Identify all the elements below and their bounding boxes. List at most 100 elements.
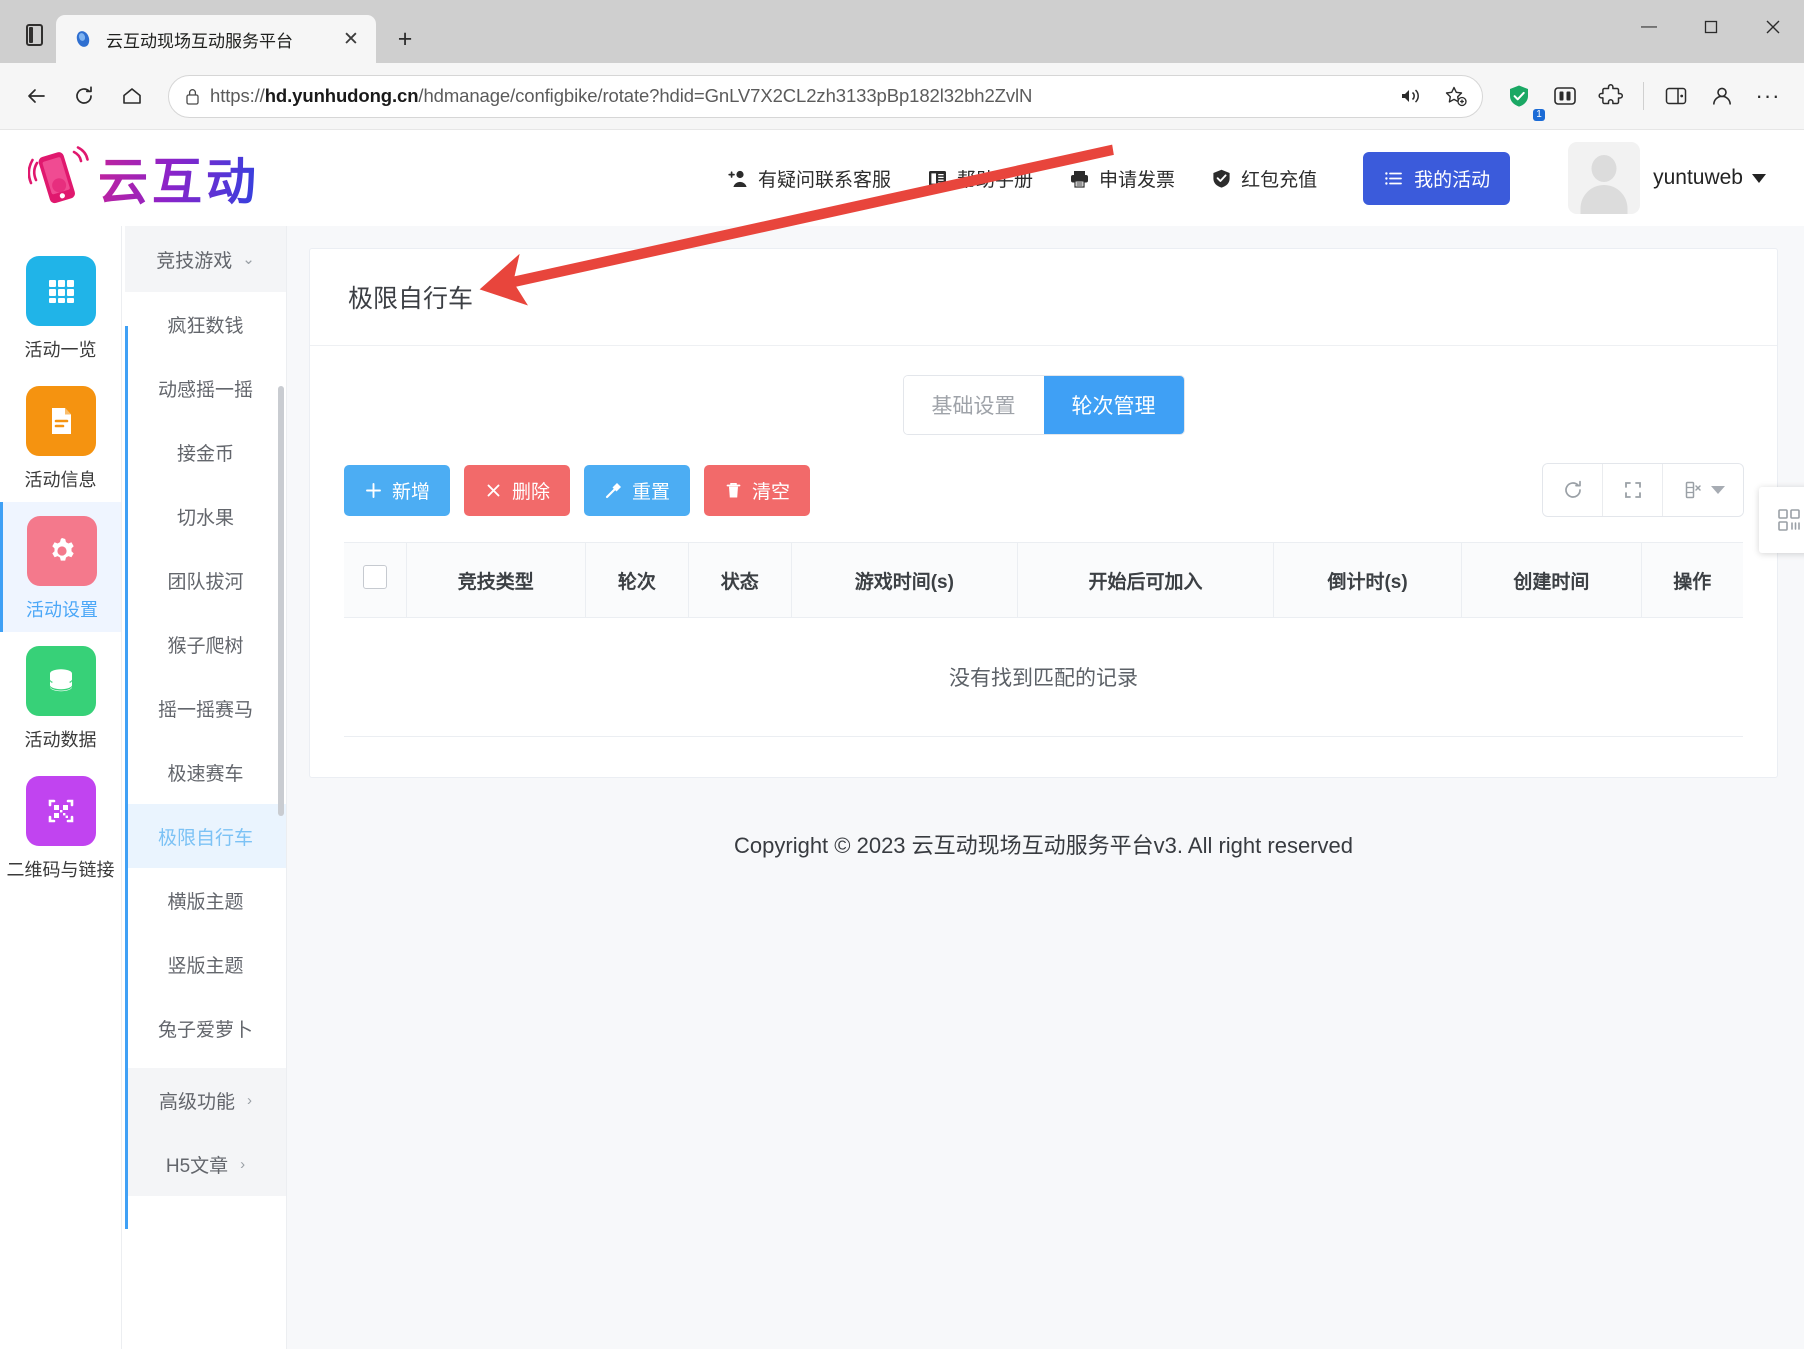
close-window-icon[interactable] [1742,0,1804,54]
tab-group: 基础设置 轮次管理 [344,372,1743,464]
table-head: 竞技类型 轮次 状态 游戏时间(s) 开始后可加入 倒计时(s) 创建时间 操作 [344,542,1743,618]
table-header-cell: 状态 [688,542,792,618]
segmented-tabs: 基础设置 轮次管理 [903,376,1184,434]
table-header-row: 竞技类型 轮次 状态 游戏时间(s) 开始后可加入 倒计时(s) 创建时间 操作 [344,542,1743,618]
browser-toolbar: https://hd.yunhudong.cn/hdmanage/configb… [0,63,1804,130]
sidebar-item-qrcode-link[interactable]: 二维码与链接 [0,762,121,892]
window-controls: — [1618,0,1804,54]
submenu-sidebar: 竞技游戏 ⌄ 疯狂数钱 动感摇一摇 接金币 切水果 团队拔河 猴子爬树 摇一摇赛… [122,226,287,1349]
gear-icon [27,516,97,586]
profile-icon[interactable] [1700,74,1744,118]
tab-actions-button[interactable] [12,13,56,57]
sidebar-item-activity-info[interactable]: 活动信息 [0,372,121,502]
reset-button[interactable]: 重置 [584,464,691,516]
submenu-item[interactable]: 切水果 [125,484,286,548]
fullscreen-icon[interactable] [1603,464,1663,516]
table-empty-row: 没有找到匹配的记录 [344,617,1743,737]
shield-badge-count: 1 [1533,109,1545,121]
table-header-cell: 轮次 [585,542,689,618]
site-logo[interactable]: 云互动 [27,142,260,214]
sidebar-item-activity-data[interactable]: 活动数据 [0,632,121,762]
icon-sidebar: 活动一览 活动信息 活动设置 活动数据 二维码与链接 [0,226,122,1349]
close-tab-icon[interactable]: ✕ [336,24,366,54]
my-activity-label: 我的活动 [1414,169,1491,191]
book-icon [927,168,948,189]
table-header-select [344,542,407,618]
rounds-table: 竞技类型 轮次 状态 游戏时间(s) 开始后可加入 倒计时(s) 创建时间 操作 [344,542,1743,737]
browser-tab[interactable]: 云互动现场互动服务平台 ✕ [56,15,376,63]
header-link-invoice[interactable]: 申请发票 [1069,165,1175,192]
collections-icon[interactable] [1543,74,1587,118]
submenu-scrollbar[interactable] [278,386,284,816]
clear-button-label: 清空 [752,481,791,503]
more-options-icon[interactable]: ··· [1746,74,1790,118]
shield-check-icon [1211,168,1232,189]
shield-icon[interactable]: 1 [1497,74,1545,121]
header-nav: 有疑问联系客服 帮助手册 申请发票 红包充值 我的活动 yuntuweb [728,142,1766,214]
columns-icon[interactable] [1663,464,1743,516]
add-button[interactable]: 新增 [344,464,451,516]
submenu-item[interactable]: 团队拔河 [125,548,286,612]
clear-button[interactable]: 清空 [704,464,811,516]
username: yuntuweb [1653,166,1766,190]
submenu-item-active[interactable]: 极限自行车 [125,804,286,868]
table-header-cell: 倒计时(s) [1273,542,1463,618]
sidebar-item-label: 活动信息 [24,470,97,490]
sidebar-item-activity-settings[interactable]: 活动设置 [0,502,121,632]
chevron-right-icon: › [240,1155,246,1173]
sidebar-item-label: 活动设置 [26,600,98,620]
select-all-checkbox[interactable] [362,565,387,589]
database-icon [25,646,96,716]
submenu-item[interactable]: 横版主题 [125,868,286,932]
submenu-item[interactable]: 动感摇一摇 [125,356,286,420]
delete-button[interactable]: 删除 [464,464,571,516]
sidebar-item-label: 活动数据 [24,730,97,750]
submenu-item[interactable]: 极速赛车 [125,740,286,804]
submenu-item[interactable]: 摇一摇赛马 [125,676,286,740]
submenu-item[interactable]: 接金币 [125,420,286,484]
submenu-advanced-features[interactable]: 高级功能 › [125,1068,286,1132]
table-header-cell: 操作 [1641,542,1743,618]
grid-icon [25,256,96,326]
extensions-icon[interactable] [1589,74,1633,118]
reset-button-label: 重置 [632,481,671,503]
header-link-label: 帮助手册 [957,169,1034,191]
split-screen-icon[interactable] [1654,74,1698,118]
submenu-group-competitive-games[interactable]: 竞技游戏 ⌄ [125,226,286,292]
table-tools [1543,464,1743,516]
add-favorite-icon[interactable] [1438,79,1472,113]
back-icon[interactable] [14,74,58,118]
site-header: 云互动 有疑问联系客服 帮助手册 申请发票 红包充值 我的活动 yuntuweb [0,130,1804,226]
submenu-item[interactable]: 疯狂数钱 [125,292,286,356]
tab-search-icon [25,24,43,46]
header-link-label: 红包充值 [1241,169,1318,191]
submenu-h5-articles[interactable]: H5文章 › [125,1132,286,1196]
submenu-item[interactable]: 竖版主题 [125,932,286,996]
header-link-redpacket-recharge[interactable]: 红包充值 [1211,165,1317,192]
floating-widget-button[interactable] [1759,487,1804,553]
toolbar-divider [1643,82,1644,110]
read-aloud-icon[interactable] [1394,79,1428,113]
page-footer: Copyright © 2023 云互动现场互动服务平台v3. All righ… [734,833,1353,858]
submenu-item[interactable]: 兔子爱萝卜 [125,996,286,1060]
user-menu[interactable]: yuntuweb [1568,142,1766,214]
new-tab-icon[interactable]: + [386,20,424,58]
tab-title: 云互动现场互动服务平台 [106,31,293,51]
url-text: https://hd.yunhudong.cn/hdmanage/configb… [210,85,1033,106]
header-link-help-manual[interactable]: 帮助手册 [927,165,1033,192]
header-link-customer-service[interactable]: 有疑问联系客服 [728,165,891,192]
minimize-icon[interactable]: — [1618,0,1680,54]
reload-icon[interactable] [62,74,106,118]
table-header-cell: 创建时间 [1461,542,1642,618]
address-bar[interactable]: https://hd.yunhudong.cn/hdmanage/configb… [168,74,1483,118]
submenu-item[interactable]: 猴子爬树 [125,612,286,676]
toolbar-actions: 新增 删除 重置 清空 [344,464,1743,516]
sidebar-item-activity-list[interactable]: 活动一览 [0,242,121,372]
refresh-icon[interactable] [1543,464,1603,516]
phone-logo-icon [27,145,90,211]
maximize-icon[interactable] [1680,0,1742,54]
home-icon[interactable] [110,74,154,118]
tab-round-management[interactable]: 轮次管理 [1043,376,1184,434]
my-activity-button[interactable]: 我的活动 [1363,151,1511,205]
tab-basic-settings[interactable]: 基础设置 [903,376,1044,434]
